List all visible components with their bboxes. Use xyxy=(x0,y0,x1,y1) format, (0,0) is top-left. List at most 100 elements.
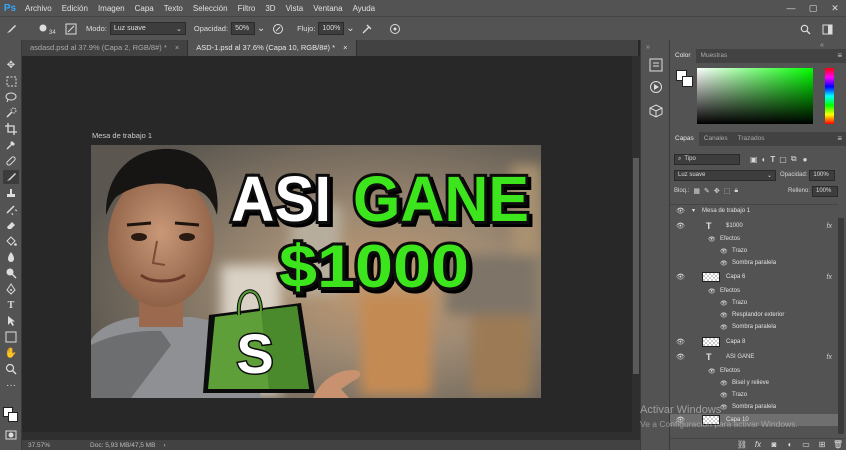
marquee-tool-icon[interactable] xyxy=(3,74,19,88)
chevron-down-icon[interactable]: ⌄ xyxy=(346,22,354,36)
background-color-swatch[interactable] xyxy=(8,412,18,422)
lock-paint-icon[interactable]: ✎ xyxy=(704,187,710,195)
effects-row[interactable]: 👁︎ Efectos xyxy=(670,285,838,297)
zoom-level[interactable]: 37.57% xyxy=(28,442,50,449)
effect-eye-icon[interactable]: 👁︎ xyxy=(720,260,728,267)
layer-fx-badge[interactable]: fx xyxy=(827,274,832,281)
3d-icon[interactable] xyxy=(648,104,664,118)
pressure-size-icon[interactable] xyxy=(388,22,402,36)
flow-field[interactable]: 100% xyxy=(318,22,345,35)
effect-row[interactable]: 👁︎ Sombra paralela xyxy=(670,257,838,269)
effect-eye-icon[interactable]: 👁︎ xyxy=(720,312,728,319)
vertical-scrollbar[interactable] xyxy=(632,56,640,440)
minimize-button[interactable]: — xyxy=(780,0,802,16)
effect-row[interactable]: 👁︎ Trazo xyxy=(670,245,838,257)
history-icon[interactable] xyxy=(648,58,664,72)
paint-bucket-tool-icon[interactable] xyxy=(3,234,19,248)
maximize-button[interactable]: ▢ xyxy=(802,0,824,16)
eyedropper-tool-icon[interactable] xyxy=(3,138,19,152)
adjustment-layer-icon[interactable]: ◐ xyxy=(782,440,798,449)
filter-type-icon[interactable]: T xyxy=(770,155,775,164)
airbrush-icon[interactable] xyxy=(360,22,374,36)
effect-eye-icon[interactable]: 👁︎ xyxy=(708,236,716,243)
path-selection-tool-icon[interactable] xyxy=(3,314,19,328)
effect-eye-icon[interactable]: 👁︎ xyxy=(720,248,728,255)
close-button[interactable]: ✕ xyxy=(824,0,846,16)
lasso-tool-icon[interactable] xyxy=(3,90,19,104)
menu-capa[interactable]: Capa xyxy=(130,4,159,13)
panel-menu-icon[interactable]: ≡ xyxy=(837,49,842,63)
more-tools-icon[interactable]: ··· xyxy=(3,378,19,392)
search-icon[interactable] xyxy=(798,22,812,36)
effect-row[interactable]: 👁︎ Resplandor exterior xyxy=(670,309,838,321)
effect-eye-icon[interactable]: 👁︎ xyxy=(708,288,716,295)
layer-fx-badge[interactable]: fx xyxy=(827,354,832,361)
visibility-eye-icon[interactable]: 👁︎ xyxy=(676,353,685,361)
menu-seleccion[interactable]: Selección xyxy=(188,4,233,13)
tab-capas[interactable]: Capas xyxy=(670,132,699,146)
filter-adjust-icon[interactable]: ◐ xyxy=(762,155,767,164)
layer-row[interactable]: 👁︎ Capa 6 fx xyxy=(670,271,838,283)
tab-asd-1[interactable]: ASD-1.psd al 37.6% (Capa 10, RGB/8#) * × xyxy=(188,40,357,56)
visibility-eye-icon[interactable]: 👁︎ xyxy=(676,222,685,230)
mode-select[interactable]: Luz suave ⌄ xyxy=(109,22,186,35)
artboard-image[interactable]: S ASI GANE $1000 xyxy=(91,145,541,398)
layer-fx-badge[interactable]: fx xyxy=(827,223,832,230)
background-color-swatch[interactable] xyxy=(682,76,693,87)
quick-selection-tool-icon[interactable] xyxy=(3,106,19,120)
pen-tool-icon[interactable] xyxy=(3,282,19,296)
effect-eye-icon[interactable]: 👁︎ xyxy=(720,392,728,399)
move-tool-icon[interactable]: ✥ xyxy=(3,58,19,72)
chevron-down-icon[interactable]: ⌄ xyxy=(257,22,265,36)
layer-opacity-field[interactable]: 100% xyxy=(809,169,836,181)
effect-row[interactable]: 👁︎ Sombra paralela xyxy=(670,321,838,333)
new-group-icon[interactable]: ▭ xyxy=(798,440,814,449)
color-field[interactable] xyxy=(697,68,813,124)
brush-tool-icon[interactable] xyxy=(4,22,18,36)
pressure-opacity-icon[interactable] xyxy=(271,22,285,36)
filter-pixel-icon[interactable]: ▣ xyxy=(750,155,758,164)
filter-shape-icon[interactable]: ▢ xyxy=(779,155,787,164)
lock-transparent-icon[interactable]: ▦ xyxy=(693,187,700,195)
crop-tool-icon[interactable] xyxy=(3,122,19,136)
panel-menu-icon[interactable]: ≡ xyxy=(837,132,842,146)
layer-row[interactable]: 👁︎ Capa 8 xyxy=(670,336,838,348)
lock-all-icon[interactable]: 🔒︎ xyxy=(734,187,738,195)
layer-filter-select[interactable]: ⌕ Tipo xyxy=(674,153,740,165)
quick-mask-icon[interactable] xyxy=(3,428,19,442)
layer-row[interactable]: 👁︎ T ASI GANE fx xyxy=(670,351,838,363)
eraser-tool-icon[interactable] xyxy=(3,218,19,232)
brush-tool-icon[interactable] xyxy=(3,170,19,184)
menu-imagen[interactable]: Imagen xyxy=(93,4,130,13)
tab-color[interactable]: Color xyxy=(670,49,696,63)
effects-row[interactable]: 👁︎ Efectos xyxy=(670,233,838,245)
tab-canales[interactable]: Canales xyxy=(699,132,733,146)
brush-panel-icon[interactable] xyxy=(64,22,78,36)
visibility-eye-icon[interactable]: 👁︎ xyxy=(676,273,685,281)
chevron-right-icon[interactable]: › xyxy=(163,442,165,449)
close-icon[interactable]: × xyxy=(343,43,347,52)
history-brush-tool-icon[interactable] xyxy=(3,202,19,216)
artboard-label[interactable]: Mesa de trabajo 1 xyxy=(92,131,152,140)
layers-scrollbar[interactable] xyxy=(838,218,844,434)
layer-group-row[interactable]: 👁︎ ▾ Mesa de trabajo 1 xyxy=(670,204,838,216)
close-icon[interactable]: × xyxy=(175,43,179,52)
add-mask-icon[interactable]: ◙ xyxy=(766,440,782,449)
menu-vista[interactable]: Vista xyxy=(281,4,309,13)
hand-tool-icon[interactable]: ✋ xyxy=(3,346,19,360)
effect-row[interactable]: 👁︎ Trazo xyxy=(670,297,838,309)
menu-edicion[interactable]: Edición xyxy=(57,4,93,13)
menu-ventana[interactable]: Ventana xyxy=(308,4,347,13)
scroll-thumb[interactable] xyxy=(633,158,639,374)
add-style-icon[interactable]: fx xyxy=(750,440,766,449)
fill-field[interactable]: 100% xyxy=(812,185,838,197)
type-tool-icon[interactable]: T xyxy=(3,298,19,312)
filter-toggle-icon[interactable]: ● xyxy=(803,155,808,164)
visibility-eye-icon[interactable]: 👁︎ xyxy=(676,338,685,346)
collapse-panels-icon[interactable]: « xyxy=(820,42,824,49)
tab-muestras[interactable]: Muestras xyxy=(696,49,733,63)
expand-panels-icon[interactable]: » xyxy=(646,44,650,51)
menu-archivo[interactable]: Archivo xyxy=(20,4,57,13)
visibility-eye-icon[interactable]: 👁︎ xyxy=(676,207,685,215)
workspace-icon[interactable] xyxy=(820,22,834,36)
